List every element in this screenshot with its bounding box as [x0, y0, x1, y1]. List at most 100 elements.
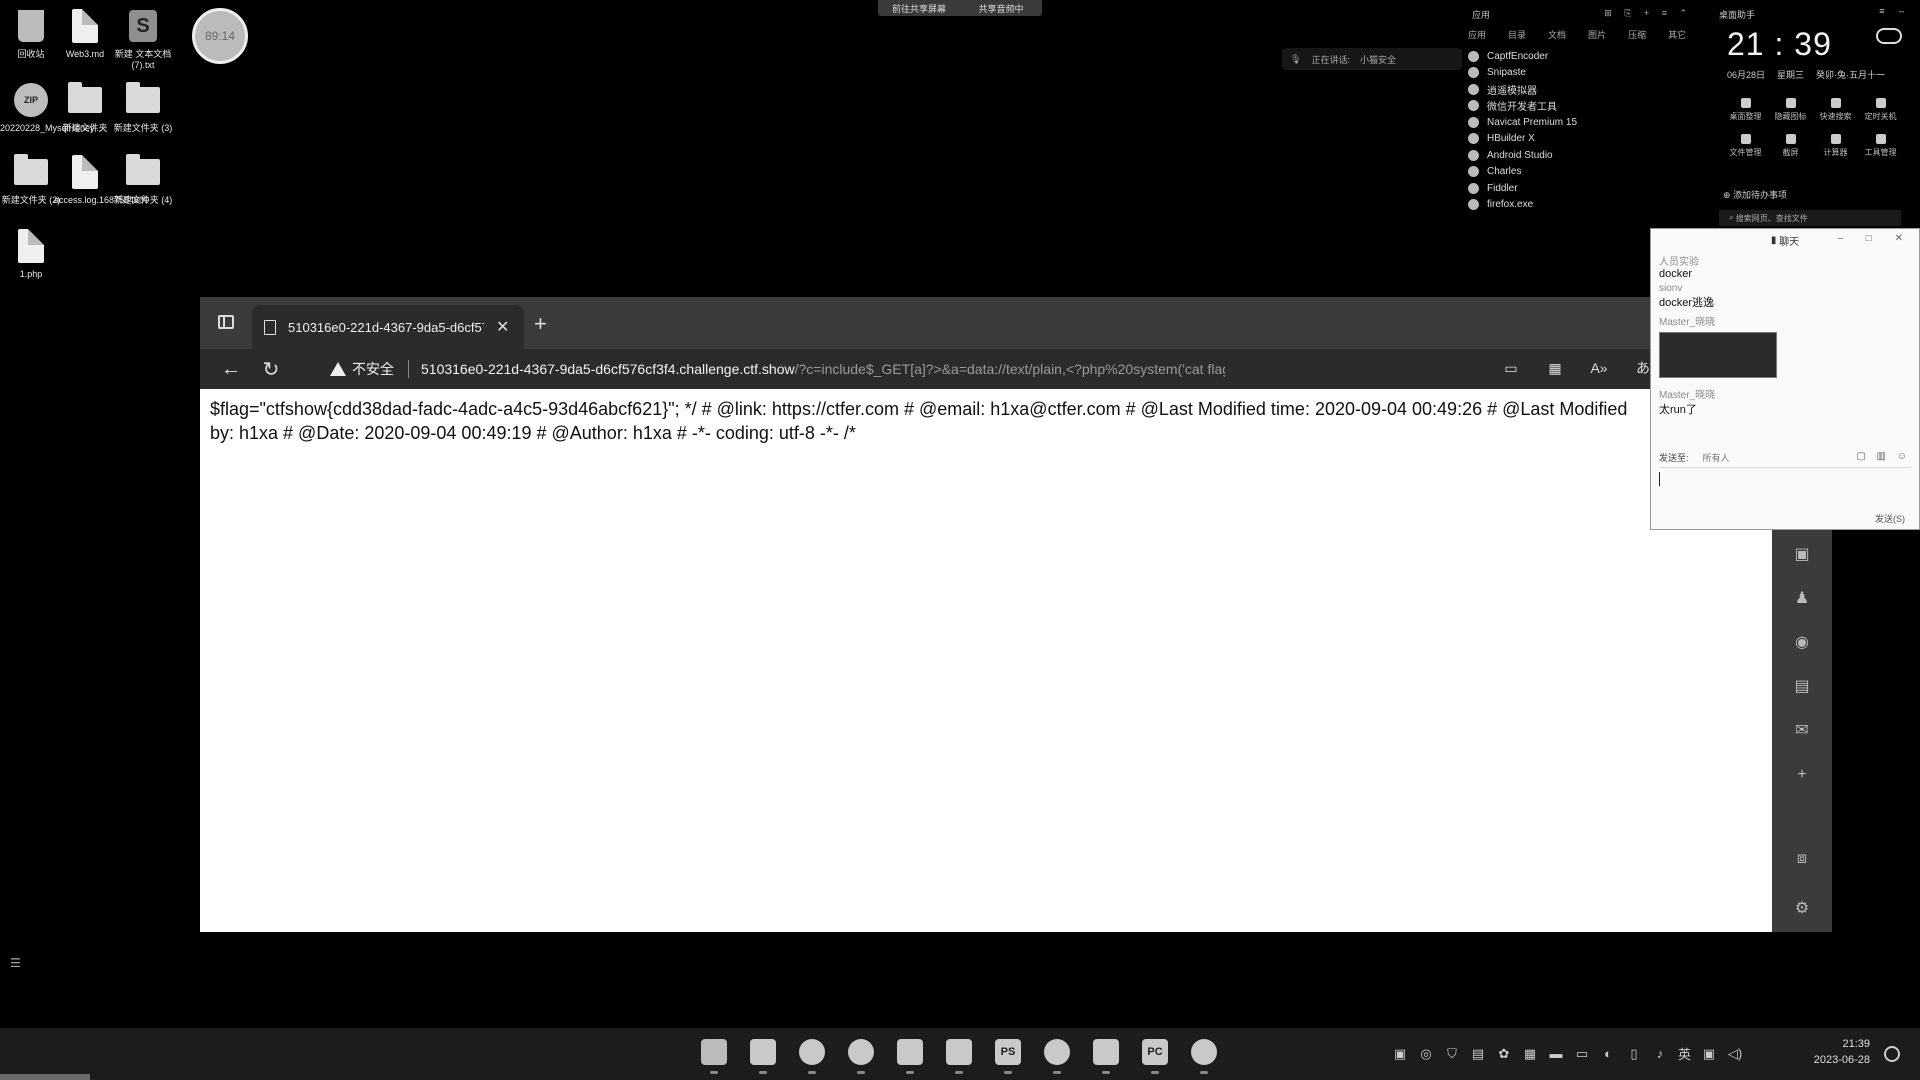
side-handle-icon[interactable]: ☰ [10, 956, 21, 970]
launcher-app[interactable]: HBuilder X [1468, 131, 1577, 148]
tray-app-icon[interactable]: ▬ [1548, 1046, 1564, 1062]
briefcase-icon[interactable]: ▣ [1792, 544, 1812, 563]
window-controls[interactable]: – □ ✕ [1837, 233, 1913, 244]
chat-input[interactable] [1659, 467, 1911, 507]
clock-gadget: 89:14 [192, 8, 248, 64]
tray-app-icon[interactable]: ▣ [1392, 1046, 1408, 1062]
send-to-dropdown[interactable]: 所有人 [1703, 451, 1730, 464]
assistant-menu-icon[interactable]: ≡ – [1879, 6, 1910, 16]
send-button[interactable]: 发送(S) [1875, 512, 1905, 525]
desktop-icon-recycle-bin[interactable]: 回收站 [0, 6, 62, 60]
volume-icon[interactable]: ◁) [1727, 1046, 1743, 1062]
launcher-app[interactable]: Charles [1468, 164, 1577, 181]
tray-app-icon[interactable]: ▤ [1470, 1046, 1486, 1062]
chrome-icon[interactable] [845, 1036, 877, 1074]
photos-icon[interactable] [943, 1036, 975, 1074]
shortcut-item[interactable]: 文件管理 [1723, 134, 1768, 158]
start-button[interactable] [698, 1036, 730, 1074]
desktop-icon-folder-3[interactable]: 新建文件夹 (3) [112, 80, 174, 134]
app-icon[interactable] [1188, 1036, 1220, 1074]
desktop-icon-access-log[interactable]: access.log.1687564800 [54, 152, 149, 206]
launcher-app[interactable]: Navicat Premium 15 [1468, 114, 1577, 131]
launcher-app[interactable]: firefox.exe [1468, 197, 1577, 214]
share-screen-button[interactable]: 前往共享屏幕 [878, 0, 960, 16]
desktop-icon-label: 20220228_MysqlHoney... [0, 123, 102, 133]
shortcut-item[interactable]: 工具管理 [1858, 134, 1903, 158]
taskbar-apps: PS PC [698, 1036, 1220, 1074]
microphone-icon[interactable]: ♪ [1652, 1046, 1668, 1062]
browser-tab[interactable]: 510316e0-221d-4367-9da5-d6cf576cf3f4.cha… [252, 305, 524, 349]
shortcut-item[interactable]: 隐藏图标 [1768, 98, 1813, 122]
desktop-icon-txt-file[interactable]: S 新建 文本文档 (7).txt [112, 6, 174, 71]
read-aloud-icon[interactable]: A» [1588, 357, 1610, 379]
launcher-app[interactable]: Snipaste [1468, 65, 1577, 82]
tray-app-icon[interactable]: ✿ [1496, 1046, 1512, 1062]
launcher-tab[interactable]: 应用 [1468, 28, 1486, 41]
office-icon[interactable]: ▤ [1792, 676, 1812, 695]
tray-app-icon[interactable]: ◐ [1600, 1046, 1616, 1062]
taskbar-clock[interactable]: 21:39 2023-06-28 [1790, 1036, 1870, 1068]
add-icon[interactable]: + [1792, 766, 1812, 784]
shortcut-item[interactable]: 快速搜索 [1813, 98, 1858, 122]
shortcut-item[interactable]: 桌面整理 [1723, 98, 1768, 122]
launcher-app[interactable]: Fiddler [1468, 180, 1577, 197]
pycharm-icon[interactable]: PC [1139, 1036, 1171, 1074]
app-icon [1468, 67, 1479, 79]
launcher-tab[interactable]: 其它 [1668, 28, 1686, 41]
launcher-tab[interactable]: 目录 [1508, 28, 1526, 41]
outlook-icon[interactable]: ✉ [1792, 720, 1812, 739]
launcher-app[interactable]: 微信开发者工具 [1468, 98, 1577, 115]
shield-icon[interactable]: ⛉ [1444, 1046, 1460, 1062]
app-available-icon[interactable]: ▭ [1500, 357, 1522, 379]
weather-cloud-icon[interactable] [1876, 28, 1902, 44]
launcher-tab[interactable]: 图片 [1588, 28, 1606, 41]
tray-app-icon[interactable]: ◎ [1418, 1046, 1434, 1062]
shortcut-item[interactable]: 截屏 [1768, 134, 1813, 158]
screen-split-icon[interactable]: ⧈ [1792, 850, 1812, 868]
add-todo-button[interactable]: ⊕ 添加待办事项 [1723, 188, 1787, 201]
assistant-search-input[interactable]: ⌕ 搜索网页、查找文件 [1719, 210, 1901, 226]
games-icon[interactable]: ◉ [1792, 632, 1812, 651]
tray-app-icon[interactable]: ▦ [1522, 1046, 1538, 1062]
user-icon[interactable]: ☺ [1897, 451, 1911, 462]
notification-icon[interactable] [1884, 1046, 1900, 1062]
edge-icon[interactable] [796, 1036, 828, 1074]
launcher-tab[interactable]: 文档 [1548, 28, 1566, 41]
launcher-app[interactable]: CaptfEncoder [1468, 48, 1577, 65]
launcher-app[interactable]: Android Studio [1468, 147, 1577, 164]
tray-app-icon[interactable]: ▭ [1574, 1046, 1590, 1062]
tab-actions-icon[interactable] [218, 315, 234, 329]
desktop-icon-web3-md[interactable]: Web3.md [54, 6, 116, 60]
input-language[interactable]: 英 [1678, 1044, 1691, 1063]
file-icon[interactable]: ▢ [1856, 451, 1869, 462]
app-icon[interactable] [1041, 1036, 1073, 1074]
phpstorm-icon[interactable]: PS [992, 1036, 1024, 1074]
shortcut-item[interactable]: 计算器 [1813, 134, 1858, 158]
desktop-icon-folder[interactable]: 新建文件夹 [54, 80, 116, 134]
refresh-icon[interactable]: ↻ [258, 356, 284, 382]
qr-code-icon[interactable]: ▦ [1544, 357, 1566, 379]
file-explorer-icon[interactable] [747, 1036, 779, 1074]
people-icon[interactable]: ♟ [1792, 588, 1812, 607]
address-bar[interactable]: 不安全 510316e0-221d-4367-9da5-d6cf576cf3f4… [320, 353, 1830, 385]
desktop-icon-zip[interactable]: ZIP 20220228_MysqlHoney... [0, 80, 102, 134]
security-warning[interactable]: 不安全 [320, 359, 404, 379]
share-audio-button[interactable]: 共享音频中 [960, 0, 1042, 16]
battery-icon[interactable]: ▯ [1626, 1046, 1642, 1062]
shortcut-item[interactable]: 定时关机 [1858, 98, 1903, 122]
desktop-icon-folder-2[interactable]: 新建文件夹 (2) [0, 152, 62, 206]
trash-icon[interactable]: ▥ [1877, 451, 1890, 462]
network-icon[interactable]: ▣ [1701, 1046, 1717, 1062]
app-icon [1468, 50, 1479, 62]
desktop-icon-folder-4[interactable]: 新建文件夹 (4) [112, 152, 174, 206]
back-arrow-icon[interactable]: ← [218, 356, 244, 382]
desktop-icon-php-file[interactable]: 1.php [0, 226, 62, 280]
screenshot-thumbnail[interactable] [1659, 332, 1777, 378]
gear-icon[interactable]: ⚙ [1792, 898, 1812, 917]
app-icon[interactable] [894, 1036, 926, 1074]
launcher-app[interactable]: 逍遥模拟器 [1468, 81, 1577, 98]
launcher-tab[interactable]: 压缩 [1628, 28, 1646, 41]
close-tab-icon[interactable]: ✕ [496, 317, 509, 337]
java-icon[interactable] [1090, 1036, 1122, 1074]
new-tab-button[interactable]: + [534, 311, 547, 337]
